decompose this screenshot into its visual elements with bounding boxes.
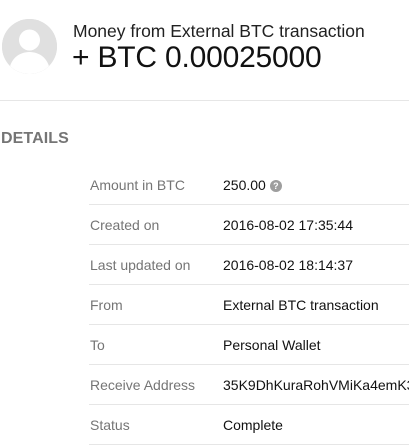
detail-row-to: To Personal Wallet [89, 325, 409, 365]
detail-label: Receive Address [90, 377, 196, 393]
detail-label: From [90, 297, 123, 313]
detail-row-amount: Amount in BTC 250.00? [89, 165, 409, 205]
detail-value: Personal Wallet [223, 337, 321, 353]
details-list: Amount in BTC 250.00? Created on 2016-08… [89, 165, 409, 445]
detail-row-from: From External BTC transaction [89, 285, 409, 325]
header-divider [0, 100, 409, 101]
detail-label: Amount in BTC [90, 177, 185, 193]
help-icon[interactable]: ? [269, 180, 282, 192]
detail-value: External BTC transaction [223, 297, 379, 313]
detail-label: To [90, 337, 105, 353]
detail-label: Last updated on [90, 257, 191, 273]
detail-row-updated: Last updated on 2016-08-02 18:14:37 [89, 245, 409, 285]
transaction-header: Money from External BTC transaction + BT… [0, 0, 409, 101]
amount-value: 250.00 [223, 177, 266, 193]
detail-value: 2016-08-02 18:14:37 [223, 257, 353, 273]
detail-row-created: Created on 2016-08-02 17:35:44 [89, 205, 409, 245]
detail-row-receive-address: Receive Address 35K9DhKuraRohVMiKa4emK3 [89, 365, 409, 405]
detail-value: 2016-08-02 17:35:44 [223, 217, 353, 233]
detail-value[interactable]: 35K9DhKuraRohVMiKa4emK3 [223, 377, 409, 393]
detail-value: 250.00? [223, 177, 409, 193]
avatar [2, 19, 57, 74]
transaction-amount: + BTC 0.00025000 [72, 41, 322, 74]
details-section-title: DETAILS [1, 130, 69, 147]
user-silhouette-icon [2, 19, 57, 74]
detail-row-status: Status Complete [89, 405, 409, 445]
detail-label: Created on [90, 217, 160, 233]
transaction-subtitle: Money from External BTC transaction [73, 21, 365, 41]
